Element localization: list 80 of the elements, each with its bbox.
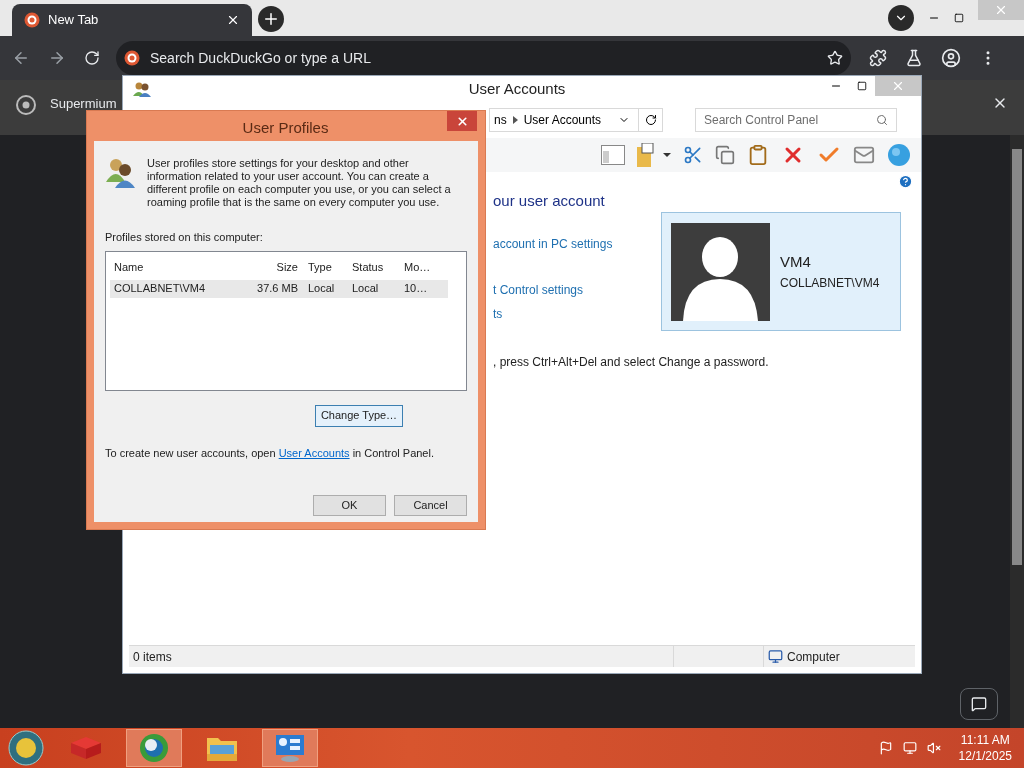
plus-icon [262, 10, 280, 28]
table-cell-text: Local [352, 281, 380, 297]
settings-link[interactable]: t Control settings [493, 280, 584, 299]
close-tab-icon[interactable] [226, 13, 240, 27]
password-note: , press Ctrl+Alt+Del and select Change a password. [493, 354, 770, 371]
back-icon[interactable] [12, 49, 30, 67]
column-header[interactable]: Size [250, 259, 298, 276]
settings-link[interactable]: ts [493, 304, 503, 323]
volume-muted-icon[interactable] [926, 741, 941, 755]
scissors-icon[interactable] [683, 145, 703, 165]
page-heading: our user account [493, 191, 605, 211]
address-bar[interactable]: Search DuckDuckGo or type a URL [116, 41, 851, 75]
control-panel-icon [274, 733, 306, 763]
list-label: Profiles stored on this computer: [105, 230, 264, 245]
chat-icon [971, 696, 987, 712]
column-header[interactable]: Status [352, 259, 404, 276]
window-title: User Accounts [468, 78, 566, 99]
clock-time: 11:11 AM [960, 732, 1010, 748]
reload-icon[interactable] [84, 50, 100, 66]
refresh-icon[interactable] [644, 114, 657, 126]
copy-icon[interactable] [715, 145, 735, 165]
envelope-icon[interactable] [853, 144, 875, 166]
table-cell-text: 37.6 MB [256, 281, 298, 297]
close-icon [891, 79, 905, 93]
taskbar-app[interactable] [262, 729, 318, 767]
status-location: Computer [787, 648, 840, 666]
account-domain: COLLABNET\VM4 [780, 274, 880, 292]
address-bar[interactable]: ns User Accounts [489, 108, 663, 132]
user-accounts-link[interactable]: User Accounts [278, 446, 350, 459]
column-header[interactable]: Mo… [404, 259, 444, 276]
feedback-button[interactable] [960, 688, 998, 720]
account-name: VM4 [780, 252, 812, 273]
settings-link[interactable]: account in PC settings [493, 234, 613, 253]
clipboard-icon[interactable] [747, 144, 769, 166]
forward-icon[interactable] [48, 49, 66, 67]
taskbar-app[interactable] [126, 729, 182, 767]
panel-icon[interactable] [601, 145, 625, 165]
table-cell-text: Local [307, 281, 336, 297]
change-type-button[interactable]: Change Type… [315, 404, 403, 427]
extensions-icon[interactable] [869, 49, 887, 67]
ok-button[interactable]: OK [313, 495, 386, 516]
close-button[interactable] [447, 111, 477, 131]
address-placeholder: Search DuckDuckGo or type a URL [150, 48, 372, 68]
help-icon[interactable] [898, 174, 913, 189]
column-header[interactable]: Type [298, 259, 352, 276]
computer-icon [768, 649, 783, 664]
tab-title: New Tab [48, 11, 100, 30]
dialog-title: User Profiles [242, 118, 329, 138]
profile-row[interactable]: COLLABNET\VM4 37.6 MB Local Local 10… [110, 279, 448, 298]
breadcrumb-item[interactable]: User Accounts [523, 111, 602, 129]
column-header[interactable]: Name [114, 259, 250, 276]
search-field[interactable]: Search Control Panel [695, 108, 897, 132]
status-text: 0 items [132, 648, 173, 666]
infobar-text: Supermium [50, 96, 117, 111]
users-icon [105, 156, 137, 188]
restore-icon[interactable] [954, 13, 964, 23]
new-tab-button[interactable] [258, 6, 284, 32]
chevron-right-icon [512, 116, 518, 124]
box-icon [69, 735, 103, 761]
scrollbar-thumb[interactable] [1012, 149, 1022, 565]
table-cell-text: COLLABNET\VM4 [114, 281, 207, 297]
dialog-description: User profiles store settings for your desktop and other information related to your user account. You can create a different profile on each computer you use, or you can select a roaming profile that is the same on every computer you use. [147, 156, 452, 209]
footer-text: To create new user accounts, open User Accounts in Control Panel. [105, 445, 435, 461]
start-orb[interactable] [8, 730, 44, 766]
flask-icon[interactable] [905, 49, 923, 67]
tab-search-button[interactable] [888, 5, 914, 31]
users-icon [133, 81, 151, 97]
bookmark-star-icon[interactable] [827, 50, 843, 66]
maximize-icon [857, 81, 867, 91]
cancel-button[interactable]: Cancel [394, 495, 467, 516]
flag-icon[interactable] [878, 741, 893, 755]
browser-tab[interactable]: New Tab [12, 4, 252, 36]
close-icon [994, 3, 1008, 17]
profile-icon[interactable] [941, 48, 961, 68]
search-icon [876, 114, 888, 126]
breadcrumb-item[interactable]: ns [494, 111, 507, 129]
table-cell-text: 10… [404, 281, 429, 297]
folder-icon[interactable] [637, 143, 671, 167]
clock-date: 12/1/2025 [958, 748, 1012, 764]
close-icon [455, 114, 469, 128]
